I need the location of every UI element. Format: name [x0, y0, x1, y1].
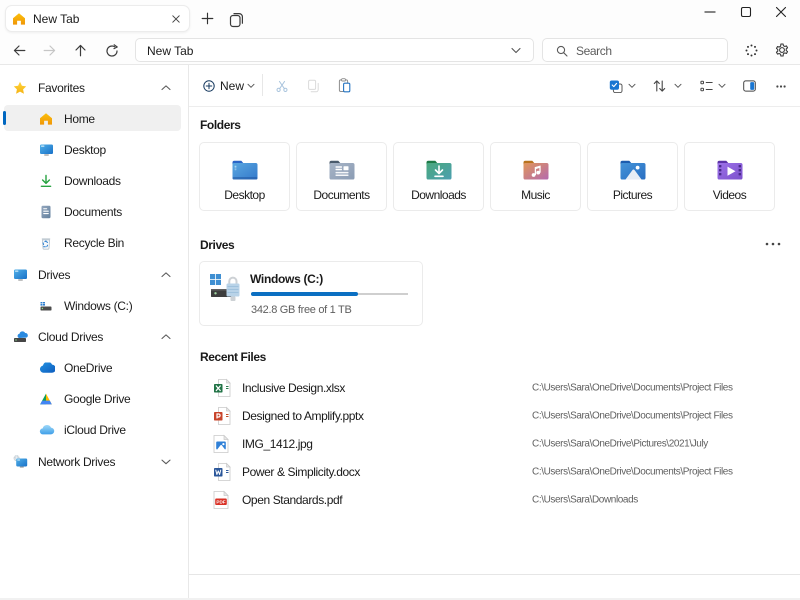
svg-text:PDF: PDF [216, 500, 225, 505]
